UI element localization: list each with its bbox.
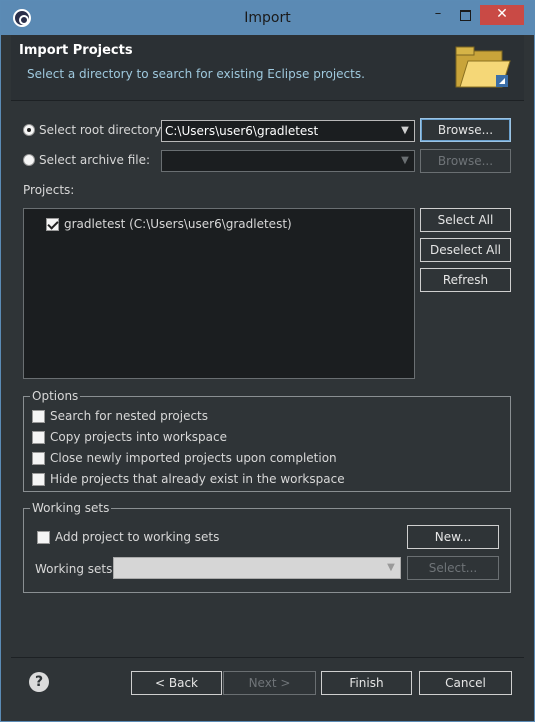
chevron-down-icon[interactable]: ▼: [396, 121, 414, 141]
archive-combo[interactable]: ▼: [161, 150, 415, 172]
option-label: Close newly imported projects upon compl…: [50, 451, 337, 465]
list-item[interactable]: gradletest (C:\Users\user6\gradletest): [46, 217, 292, 231]
folder-open-icon: [455, 46, 511, 88]
projects-list[interactable]: gradletest (C:\Users\user6\gradletest): [23, 208, 415, 379]
wizard-header: Import Projects Select a directory to se…: [11, 35, 524, 101]
finish-button[interactable]: Finish: [321, 671, 412, 695]
close-button[interactable]: ✕: [480, 5, 524, 25]
project-label: gradletest (C:\Users\user6\gradletest): [64, 217, 292, 231]
page-description: Select a directory to search for existin…: [27, 67, 365, 81]
wizard-content: Select root directory: C:\Users\user6\gr…: [11, 103, 524, 658]
maximize-button[interactable]: [452, 5, 478, 25]
chevron-down-icon[interactable]: ▼: [382, 558, 400, 578]
option-label: Copy projects into workspace: [50, 430, 228, 444]
options-title: Options: [30, 389, 81, 403]
working-sets-title: Working sets: [30, 501, 112, 515]
browse-button[interactable]: Browse...: [420, 118, 511, 142]
option-nested[interactable]: Search for nested projects: [32, 409, 208, 423]
archive-label: Select archive file:: [39, 153, 151, 167]
options-group: Options Search for nested projects Copy …: [23, 389, 511, 492]
option-close[interactable]: Close newly imported projects upon compl…: [32, 451, 337, 465]
root-dir-radio[interactable]: [23, 124, 35, 136]
nested-checkbox[interactable]: [32, 409, 45, 423]
close-checkbox[interactable]: [32, 451, 45, 465]
refresh-button[interactable]: Refresh: [420, 268, 511, 292]
working-sets-combo[interactable]: ▼: [113, 557, 401, 579]
select-all-button[interactable]: Select All: [420, 208, 511, 232]
working-sets-label: Working sets:: [35, 562, 117, 576]
option-hide[interactable]: Hide projects that already exist in the …: [32, 472, 345, 486]
archive-option[interactable]: Select archive file:: [23, 151, 150, 169]
option-label: Hide projects that already exist in the …: [50, 472, 345, 486]
add-working-set-label: Add project to working sets: [55, 530, 220, 544]
help-icon[interactable]: ?: [29, 672, 49, 692]
browse-archive-button[interactable]: Browse...: [420, 149, 511, 173]
page-title: Import Projects: [19, 43, 133, 58]
deselect-all-button[interactable]: Deselect All: [420, 238, 511, 262]
projects-label: Projects:: [23, 183, 75, 197]
hide-checkbox[interactable]: [32, 472, 45, 486]
import-window: Import – ✕ Import Projects Select a dire…: [0, 0, 535, 722]
title-bar: Import – ✕: [1, 1, 534, 35]
new-working-set-button[interactable]: New...: [407, 525, 499, 549]
minimize-button[interactable]: –: [425, 5, 451, 25]
option-label: Search for nested projects: [50, 409, 209, 423]
root-dir-value: C:\Users\user6\gradletest: [165, 124, 319, 138]
archive-radio[interactable]: [23, 154, 35, 166]
root-dir-option[interactable]: Select root directory:: [23, 121, 165, 139]
working-sets-group: Working sets Add project to working sets…: [23, 501, 511, 593]
select-working-set-button[interactable]: Select...: [407, 556, 499, 580]
root-dir-label: Select root directory:: [39, 123, 165, 137]
back-button[interactable]: < Back: [131, 671, 222, 695]
add-working-set-checkbox[interactable]: [37, 530, 50, 544]
option-copy[interactable]: Copy projects into workspace: [32, 430, 227, 444]
copy-checkbox[interactable]: [32, 430, 45, 444]
add-to-working-sets[interactable]: Add project to working sets: [37, 530, 219, 544]
chevron-down-icon[interactable]: ▼: [396, 151, 414, 171]
next-button[interactable]: Next >: [223, 671, 316, 695]
cancel-button[interactable]: Cancel: [419, 671, 512, 695]
project-checkbox[interactable]: [46, 217, 59, 231]
button-bar: ? < Back Next > Finish Cancel: [11, 658, 524, 708]
root-dir-combo[interactable]: C:\Users\user6\gradletest ▼: [161, 120, 415, 142]
